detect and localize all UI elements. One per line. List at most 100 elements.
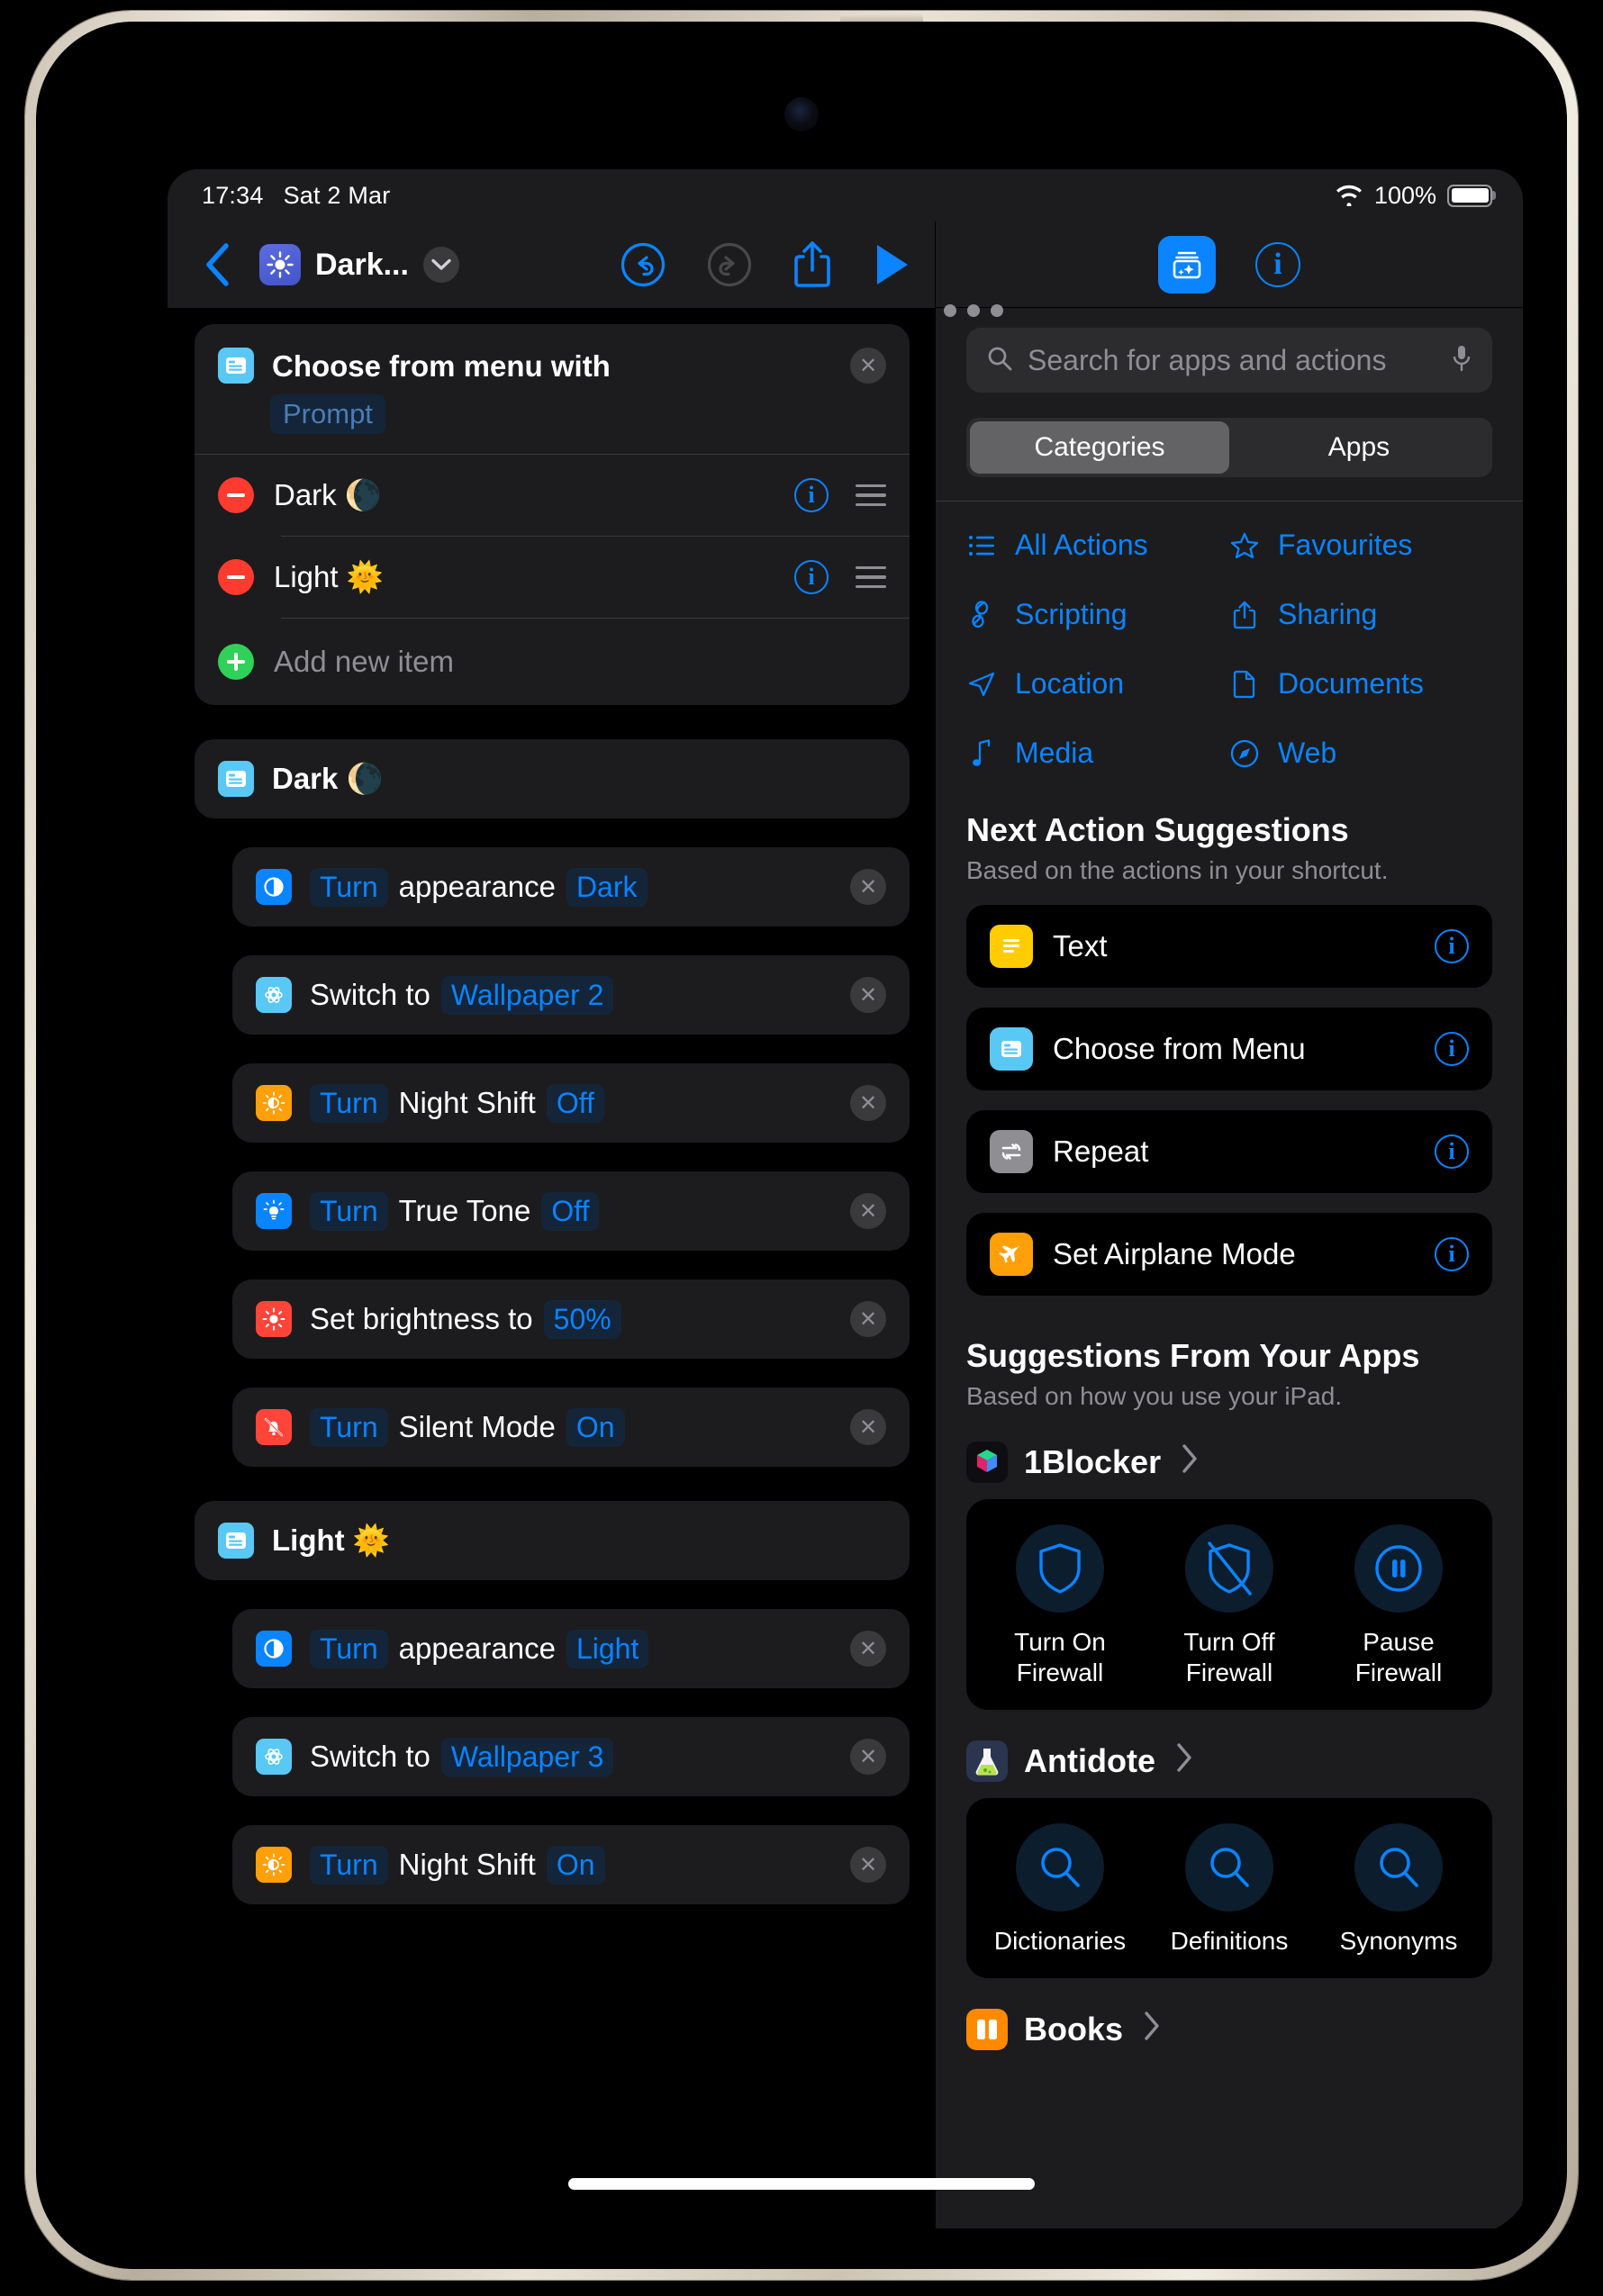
app-name: Books: [1024, 2011, 1124, 2047]
redo-arrow-icon[interactable]: [706, 241, 753, 288]
editor-scroll-area[interactable]: Choose from menu with ✕ Prompt Dark 🌘 i …: [168, 308, 935, 2228]
menu-item[interactable]: Dark 🌘 i: [195, 455, 910, 536]
tab-apps[interactable]: Apps: [1229, 421, 1489, 474]
shortcut-action-row[interactable]: Turn appearance Dark ✕: [232, 847, 910, 927]
close-x-icon[interactable]: ✕: [850, 1847, 886, 1883]
search-input[interactable]: Search for apps and actions: [966, 328, 1492, 393]
chevron-right-icon[interactable]: [1143, 2011, 1161, 2049]
segmented-control[interactable]: Categories Apps: [966, 418, 1492, 477]
category-web[interactable]: Web: [1229, 737, 1492, 770]
action-parameter-token[interactable]: Off: [546, 1083, 604, 1123]
close-x-icon[interactable]: ✕: [850, 869, 886, 905]
tab-categories[interactable]: Categories: [970, 421, 1229, 474]
app-action-button[interactable]: Synonyms: [1314, 1823, 1483, 1957]
close-x-icon[interactable]: ✕: [850, 977, 886, 1013]
action-parameter-token[interactable]: Wallpaper 3: [440, 1737, 614, 1776]
info-circle-icon[interactable]: i: [1435, 1237, 1469, 1271]
menu-branch-header[interactable]: Dark 🌘: [195, 739, 910, 818]
action-parameter-token[interactable]: Turn: [310, 1407, 388, 1447]
close-x-icon[interactable]: ✕: [850, 1409, 886, 1445]
shortcut-action-row[interactable]: Set brightness to 50% ✕: [232, 1279, 910, 1359]
plus-circle-icon[interactable]: [218, 644, 254, 680]
action-word: appearance: [398, 870, 556, 903]
suggested-action-row[interactable]: Text i: [966, 905, 1492, 988]
chevron-right-icon[interactable]: [1181, 1443, 1199, 1482]
category-media[interactable]: Media: [966, 737, 1229, 770]
suggested-action-row[interactable]: Repeat i: [966, 1110, 1492, 1193]
minus-circle-icon[interactable]: [218, 559, 254, 595]
category-favourites[interactable]: Favourites: [1229, 529, 1492, 562]
info-circle-icon[interactable]: i: [794, 560, 829, 594]
library-scroll-area[interactable]: Search for apps and actions Categories A…: [936, 308, 1523, 2228]
chevron-right-icon[interactable]: [1175, 1742, 1193, 1781]
action-parameter-token[interactable]: Dark: [566, 867, 648, 907]
info-circle-icon[interactable]: i: [794, 478, 829, 512]
action-parameter-token[interactable]: Turn: [310, 1629, 388, 1668]
close-x-icon[interactable]: ✕: [850, 1085, 886, 1121]
close-x-icon[interactable]: ✕: [850, 1193, 886, 1229]
reorder-grip-icon[interactable]: [856, 484, 886, 507]
action-parameter-token[interactable]: Off: [541, 1191, 600, 1231]
suggested-action-row[interactable]: Choose from Menu i: [966, 1008, 1492, 1090]
shortcut-action-row[interactable]: Switch to Wallpaper 3 ✕: [232, 1717, 910, 1796]
close-x-icon[interactable]: ✕: [850, 348, 886, 384]
action-parameter-token[interactable]: On: [566, 1407, 625, 1447]
share-up-icon[interactable]: [792, 240, 832, 290]
close-x-icon[interactable]: ✕: [850, 1739, 886, 1775]
action-parameter-token[interactable]: Light: [566, 1629, 649, 1668]
action-word: Switch to: [310, 978, 430, 1011]
app-action-button[interactable]: Definitions: [1145, 1823, 1314, 1957]
info-circle-icon[interactable]: i: [1435, 1134, 1469, 1169]
close-x-icon[interactable]: ✕: [850, 1301, 886, 1337]
shortcut-action-row[interactable]: Turn appearance Light ✕: [232, 1609, 910, 1688]
info-circle-icon[interactable]: i: [1255, 241, 1300, 287]
category-documents[interactable]: Documents: [1229, 667, 1492, 701]
app-suggestion-header[interactable]: Antidote: [966, 1740, 1492, 1782]
menu-item[interactable]: Light 🌞 i: [195, 537, 910, 618]
action-parameter-token[interactable]: Turn: [310, 1191, 388, 1231]
home-indicator[interactable]: [568, 2178, 1035, 2190]
app-suggestion-header[interactable]: 1Blocker: [966, 1442, 1492, 1483]
reorder-grip-icon[interactable]: [856, 565, 886, 589]
search-placeholder: Search for apps and actions: [1028, 343, 1387, 376]
choose-from-menu-action-card[interactable]: Choose from menu with ✕ Prompt Dark 🌘 i …: [195, 324, 910, 705]
action-parameter-token[interactable]: Turn: [310, 867, 388, 907]
action-parameter-token[interactable]: Wallpaper 2: [440, 975, 614, 1015]
prompt-token[interactable]: Prompt: [270, 394, 385, 434]
true-tone-icon: [256, 1193, 292, 1229]
play-triangle-icon[interactable]: [872, 242, 911, 287]
app-action-button[interactable]: Pause Firewall: [1314, 1524, 1483, 1688]
add-new-item-row[interactable]: Add new item: [195, 619, 910, 705]
undo-arrow-icon[interactable]: [620, 241, 666, 288]
chevron-down-icon[interactable]: [422, 247, 459, 283]
shortcut-action-row[interactable]: Turn Night Shift On ✕: [232, 1825, 910, 1904]
category-location[interactable]: Location: [966, 667, 1229, 701]
category-scripting[interactable]: Scripting: [966, 598, 1229, 631]
app-action-button[interactable]: Turn Off Firewall: [1145, 1524, 1314, 1688]
category-all-actions[interactable]: All Actions: [966, 529, 1229, 562]
menu-branch-header[interactable]: Light 🌞: [195, 1501, 910, 1580]
suggested-action-row[interactable]: Set Airplane Mode i: [966, 1213, 1492, 1296]
shortcut-action-row[interactable]: Switch to Wallpaper 2 ✕: [232, 955, 910, 1035]
action-parameter-token[interactable]: 50%: [543, 1299, 621, 1339]
shortcut-action-row[interactable]: Turn Night Shift Off ✕: [232, 1063, 910, 1143]
shortcut-title[interactable]: Dark...: [315, 248, 409, 283]
action-parameter-token[interactable]: Turn: [310, 1845, 388, 1885]
microphone-icon[interactable]: [1451, 344, 1472, 377]
shortcut-action-row[interactable]: Turn Silent Mode On ✕: [232, 1388, 910, 1467]
category-sharing[interactable]: Sharing: [1229, 598, 1492, 631]
app-action-button[interactable]: Turn On Firewall: [975, 1524, 1145, 1688]
safari-compass-icon: [1229, 738, 1260, 769]
close-x-icon[interactable]: ✕: [850, 1631, 886, 1667]
ellipsis-icon[interactable]: [944, 304, 1003, 317]
back-button[interactable]: [193, 240, 241, 289]
minus-circle-icon[interactable]: [218, 477, 254, 513]
app-action-button[interactable]: Dictionaries: [975, 1823, 1145, 1957]
info-circle-icon[interactable]: i: [1435, 929, 1469, 963]
info-circle-icon[interactable]: i: [1435, 1032, 1469, 1066]
action-parameter-token[interactable]: Turn: [310, 1083, 388, 1123]
shortcut-action-row[interactable]: Turn True Tone Off ✕: [232, 1171, 910, 1251]
action-parameter-token[interactable]: On: [546, 1845, 605, 1885]
app-suggestion-header[interactable]: Books: [966, 2009, 1492, 2050]
add-to-shortcut-icon[interactable]: [1158, 235, 1216, 294]
